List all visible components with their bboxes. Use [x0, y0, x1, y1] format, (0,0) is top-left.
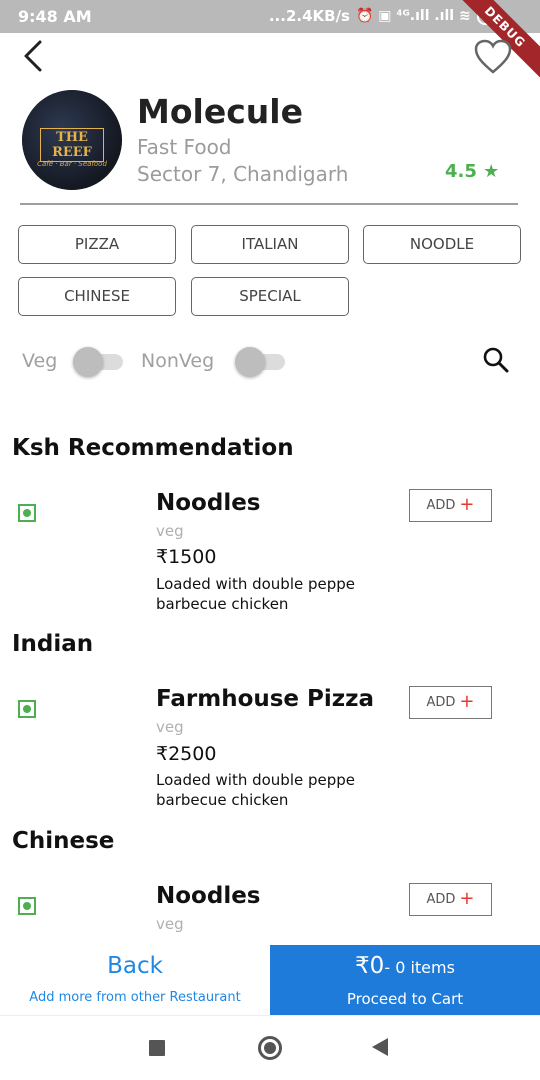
item-price: ₹1500: [156, 546, 217, 568]
add-label: ADD: [426, 892, 456, 907]
item-name: Noodles: [156, 490, 261, 516]
status-time: 9:48 AM: [18, 7, 92, 26]
bottom-action-bar: Back Add more from other Restaurant ₹0- …: [0, 945, 540, 1015]
back-button[interactable]: Back Add more from other Restaurant: [0, 945, 270, 1015]
section-title-indian: Indian: [12, 631, 94, 657]
restaurant-name: Molecule: [137, 92, 303, 131]
item-type: veg: [156, 718, 184, 736]
category-italian-button[interactable]: ITALIAN: [191, 225, 349, 264]
cart-amount: ₹0: [355, 953, 385, 979]
item-name: Noodles: [156, 883, 261, 909]
header-divider: [20, 203, 518, 205]
restaurant-cuisine: Fast Food: [137, 135, 232, 159]
category-chinese-button[interactable]: CHINESE: [18, 277, 176, 316]
plus-icon: +: [459, 888, 475, 909]
restaurant-logo: THE REEF Café · Bar · Seafood: [22, 90, 122, 190]
logo-subtext: Café · Bar · Seafood: [37, 160, 107, 168]
veg-indicator-icon: [18, 897, 36, 915]
section-title-recommendation: Ksh Recommendation: [12, 435, 294, 461]
add-label: ADD: [426, 695, 456, 710]
category-noodle-button[interactable]: NOODLE: [363, 225, 521, 264]
veg-indicator-icon: [18, 700, 36, 718]
status-icons: ...2.4KB/s ⏰ ▣ ⁴ᴳ.ıll .ıll ≋ 36: [269, 7, 504, 25]
back-sublabel: Add more from other Restaurant: [29, 990, 241, 1005]
signal-icons: ⏰ ▣ ⁴ᴳ.ıll .ıll ≋: [356, 8, 471, 24]
home-icon[interactable]: [258, 1036, 282, 1060]
nonveg-toggle-knob: [235, 347, 265, 377]
veg-indicator-icon: [18, 504, 36, 522]
veg-dot: [23, 705, 31, 713]
recents-icon[interactable]: [149, 1040, 165, 1056]
veg-dot: [23, 902, 31, 910]
plus-icon: +: [459, 494, 475, 515]
add-to-cart-button[interactable]: ADD +: [409, 686, 492, 719]
item-description: Loaded with double peppe barbecue chicke…: [156, 575, 356, 613]
veg-filter-label: Veg: [22, 350, 58, 372]
veg-toggle-knob: [73, 347, 103, 377]
cart-item-count: - 0 items: [384, 958, 455, 977]
back-arrow-icon[interactable]: [20, 38, 50, 74]
item-description: Loaded with double peppe barbecue chicke…: [156, 771, 356, 809]
system-nav-bar: [0, 1015, 540, 1080]
add-label: ADD: [426, 498, 456, 513]
restaurant-rating: 4.5 ★: [445, 161, 500, 182]
item-name: Farmhouse Pizza: [156, 686, 375, 712]
add-to-cart-button[interactable]: ADD +: [409, 883, 492, 916]
section-title-chinese: Chinese: [12, 828, 115, 854]
item-price: ₹2500: [156, 743, 217, 765]
item-type: veg: [156, 522, 184, 540]
system-back-icon[interactable]: [372, 1038, 388, 1056]
search-icon[interactable]: [482, 346, 510, 374]
back-label: Back: [107, 953, 163, 979]
proceed-to-cart-label: Proceed to Cart: [346, 990, 464, 1008]
home-dot: [264, 1042, 276, 1054]
heart-icon[interactable]: [473, 38, 513, 76]
restaurant-location: Sector 7, Chandigarh: [137, 162, 349, 186]
nonveg-filter-label: NonVeg: [141, 350, 215, 372]
item-type: veg: [156, 915, 184, 933]
veg-toggle[interactable]: [73, 347, 123, 377]
add-to-cart-button[interactable]: ADD +: [409, 489, 492, 522]
proceed-to-cart-button[interactable]: ₹0- 0 items Proceed to Cart: [270, 945, 540, 1015]
cart-summary: ₹0- 0 items: [270, 953, 540, 979]
status-bar: 9:48 AM ...2.4KB/s ⏰ ▣ ⁴ᴳ.ıll .ıll ≋ 36: [0, 0, 540, 33]
category-special-button[interactable]: SPECIAL: [191, 277, 349, 316]
category-pizza-button[interactable]: PIZZA: [18, 225, 176, 264]
nonveg-toggle[interactable]: [235, 347, 285, 377]
logo-text: THE REEF: [40, 128, 104, 162]
veg-dot: [23, 509, 31, 517]
plus-icon: +: [459, 691, 475, 712]
network-speed: ...2.4KB/s: [268, 7, 350, 25]
